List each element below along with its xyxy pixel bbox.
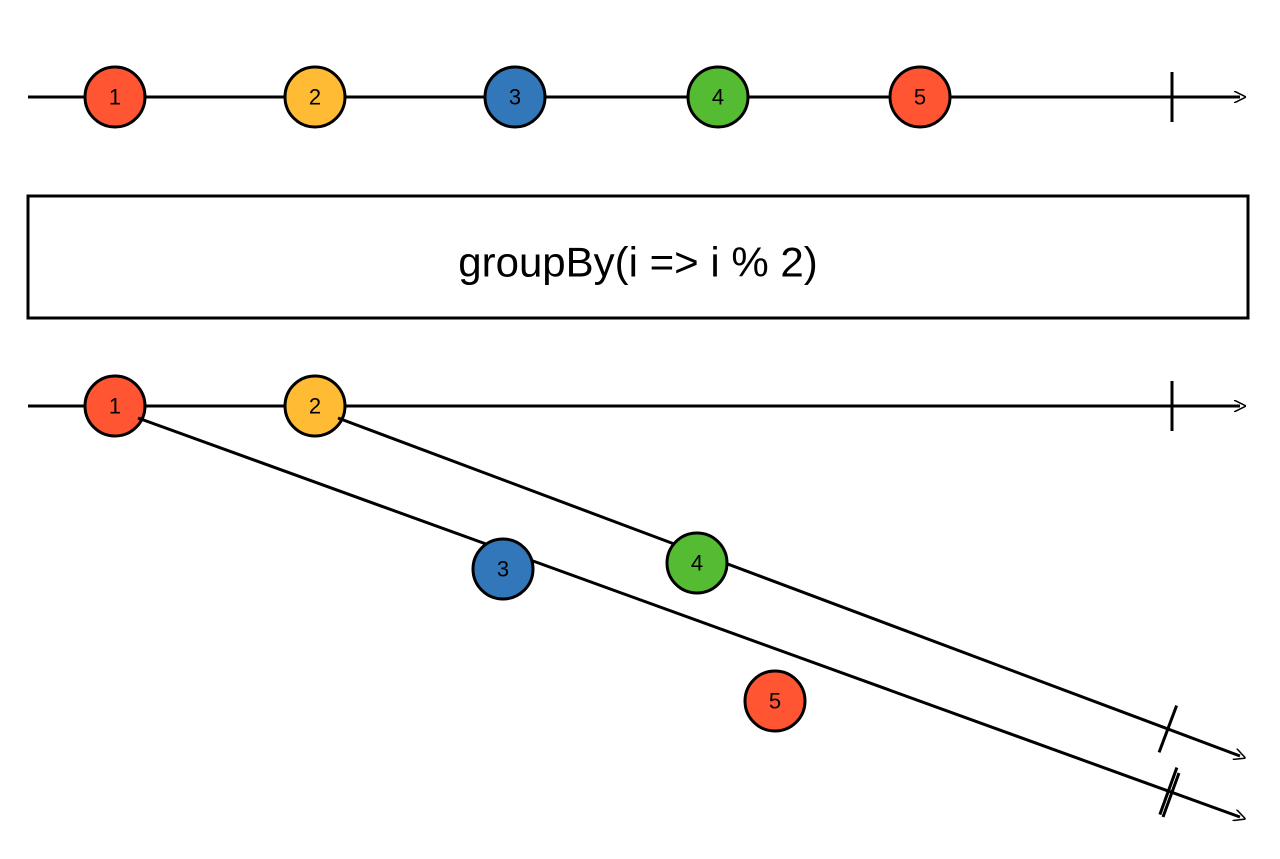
marble-even-4: 4	[667, 533, 727, 593]
marble-diagram: 12345 groupBy(i => i % 2) 12 35 4	[0, 0, 1280, 859]
marble-label-in-2: 2	[309, 85, 321, 110]
marble-odd-5: 5	[745, 671, 805, 731]
output-branch-odd	[138, 418, 1240, 817]
marble-in-5: 5	[890, 67, 950, 127]
branch-complete-ticks	[1159, 706, 1177, 815]
marble-label-out-1: 1	[109, 394, 121, 419]
marble-in-2: 2	[285, 67, 345, 127]
marble-label-even-4: 4	[691, 551, 703, 576]
marble-label-odd-5: 5	[769, 689, 781, 714]
marble-label-out-2: 2	[309, 394, 321, 419]
marble-label-odd-3: 3	[497, 557, 509, 582]
operator-box: groupBy(i => i % 2)	[28, 196, 1248, 318]
branch-odd-axis	[138, 418, 1240, 817]
marble-in-1: 1	[85, 67, 145, 127]
marble-odd-3: 3	[473, 539, 533, 599]
marble-label-in-5: 5	[914, 85, 926, 110]
marble-label-in-4: 4	[712, 85, 724, 110]
operator-label: groupBy(i => i % 2)	[458, 239, 818, 286]
branch-odd-complete	[1160, 768, 1177, 815]
marble-label-in-1: 1	[109, 85, 121, 110]
marble-out-1: 1	[85, 376, 145, 436]
output-outer-timeline: 12	[28, 376, 1240, 436]
input-timeline: 1 2 3 4 5	[28, 67, 1240, 127]
branch-even-complete	[1159, 706, 1177, 753]
marble-out-2: 2	[285, 376, 345, 436]
marble-in-4: 4	[688, 67, 748, 127]
marble-label-in-3: 3	[509, 85, 521, 110]
marble-in-3: 3	[485, 67, 545, 127]
